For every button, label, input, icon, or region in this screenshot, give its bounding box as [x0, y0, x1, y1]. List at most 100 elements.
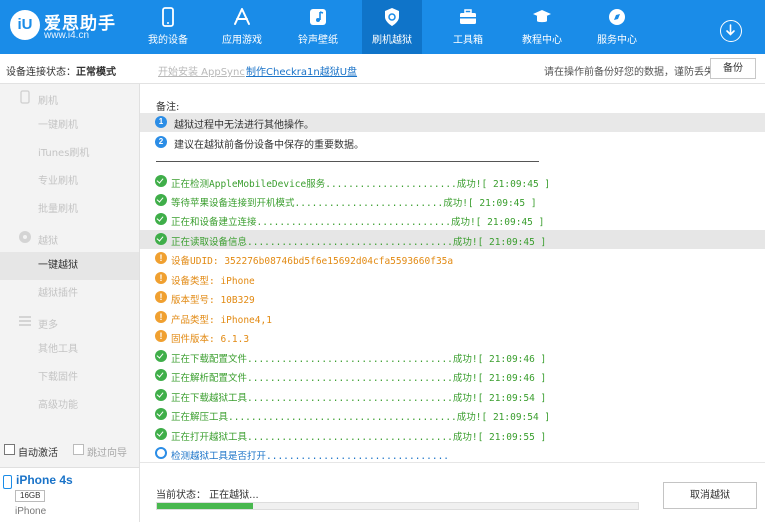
auto-activate-label: 自动激活: [18, 448, 58, 459]
log-row: 正在打开越狱工具................................…: [140, 425, 765, 444]
warning-icon: [155, 272, 167, 284]
auto-activate-checkbox[interactable]: [4, 444, 15, 455]
flash-icon: [20, 90, 30, 104]
status-footer: 当前状态： 正在越狱... 取消越狱: [140, 462, 765, 522]
log-text: 产品类型: iPhone4,1: [171, 315, 272, 326]
log-text: 设备类型: iPhone: [171, 276, 255, 287]
nav-label: 铃声壁纸: [298, 35, 338, 46]
phone-icon: [3, 475, 12, 489]
success-check-icon: [155, 233, 167, 245]
nav-label: 工具箱: [453, 35, 483, 46]
success-check-icon: [155, 194, 167, 206]
note-text: 建议在越狱前备份设备中保存的重要数据。: [174, 140, 364, 151]
log-row: 正在下载越狱工具................................…: [140, 386, 765, 405]
sidebar-group-more[interactable]: 更多: [0, 308, 140, 336]
brand-logo[interactable]: iU 爱思助手 www.i4.cn: [10, 8, 140, 48]
backup-button[interactable]: 备份: [710, 58, 756, 79]
device-type: iPhone: [15, 506, 47, 517]
connection-status-label: 设备连接状态：: [6, 67, 76, 78]
sidebar-item-advanced[interactable]: 高级功能: [0, 392, 139, 420]
sidebar-item-one-click-flash[interactable]: 一键刷机: [0, 112, 139, 140]
sidebar-options: 自动激活 跳过向导: [0, 439, 139, 461]
music-icon: [310, 9, 326, 25]
number-2-icon: 2: [155, 136, 167, 148]
log-row: 检测越狱工具是否打开..............................…: [140, 444, 765, 463]
more-icon: [19, 316, 31, 326]
success-check-icon: [155, 389, 167, 401]
log-row: 正在解析配置文件................................…: [140, 366, 765, 385]
success-check-icon: [155, 369, 167, 381]
log-row: 版本型号: 10B329: [140, 288, 765, 307]
app-store-icon: [234, 8, 250, 25]
success-check-icon: [155, 408, 167, 420]
sidebar-group-jailbreak[interactable]: 越狱: [0, 224, 140, 252]
log-text: 设备UDID: 352276b08746bd5f6e15692d04cfa559…: [171, 256, 454, 267]
progress-fill: [157, 503, 254, 509]
sidebar-group-flash[interactable]: 刷机: [0, 84, 140, 112]
sidebar-group-label: 更多: [38, 320, 58, 331]
nav-apps-games[interactable]: 应用游戏: [212, 0, 272, 54]
skip-guide-label: 跳过向导: [87, 448, 127, 459]
tutorial-icon: [533, 10, 551, 23]
nav-label: 服务中心: [597, 35, 637, 46]
notes-title: 备注:: [156, 102, 180, 113]
divider: [156, 161, 539, 162]
success-check-icon: [155, 213, 167, 225]
download-button[interactable]: [720, 20, 742, 42]
skip-guide-checkbox[interactable]: [73, 444, 84, 455]
in-progress-icon: [155, 447, 167, 459]
sidebar-item-one-click-jailbreak[interactable]: 一键越狱: [0, 252, 139, 280]
log-text: 正在下载越狱工具................................…: [171, 393, 547, 404]
device-card[interactable]: iPhone 4s 16GB iPhone: [0, 467, 139, 522]
log-row: 正在检测AppleMobileDevice服务.................…: [140, 172, 765, 191]
nav-label: 刷机越狱: [372, 35, 412, 46]
number-1-icon: 1: [155, 116, 167, 128]
checkra1n-usb-link[interactable]: 制作Checkra1n越狱U盘: [246, 63, 357, 78]
sidebar-item-batch-flash[interactable]: 批量刷机: [0, 196, 139, 224]
note-item: 1 越狱过程中无法进行其他操作。: [140, 113, 765, 132]
sidebar-item-other-tools[interactable]: 其他工具: [0, 336, 139, 364]
install-appsync-link[interactable]: 开始安装 AppSync: [158, 63, 245, 78]
sidebar-group-label: 刷机: [38, 96, 58, 107]
jailbreak-icon: [19, 231, 31, 243]
toolbox-icon: [460, 9, 476, 24]
log-text: 正在解压工具..................................…: [171, 412, 551, 423]
nav-tutorial-center[interactable]: 教程中心: [512, 0, 572, 54]
service-icon: [609, 9, 625, 25]
warning-icon: [155, 330, 167, 342]
nav-label: 教程中心: [522, 35, 562, 46]
log-row: 设备类型: iPhone: [140, 269, 765, 288]
log-text: 版本型号: 10B329: [171, 295, 255, 306]
log-row: 等待苹果设备连接到开机模式..........................成…: [140, 191, 765, 210]
warning-icon: [155, 311, 167, 323]
nav-toolbox[interactable]: 工具箱: [438, 0, 498, 54]
warning-icon: [155, 252, 167, 264]
log-text: 等待苹果设备连接到开机模式..........................成…: [171, 198, 537, 209]
current-status: 当前状态： 正在越狱...: [156, 490, 259, 501]
device-capacity-badge: 16GB: [15, 490, 46, 502]
phone-icon: [162, 7, 174, 27]
nav-service-center[interactable]: 服务中心: [587, 0, 647, 54]
logo-mark: iU: [10, 10, 40, 40]
sidebar-item-jailbreak-plugins[interactable]: 越狱插件: [0, 280, 139, 308]
cancel-jailbreak-button[interactable]: 取消越狱: [663, 482, 757, 509]
nav-flash-jailbreak[interactable]: 刷机越狱: [362, 0, 422, 54]
log-text: 检测越狱工具是否打开..............................…: [171, 451, 450, 462]
note-item: 2 建议在越狱前备份设备中保存的重要数据。: [140, 133, 765, 152]
sidebar-group-label: 越狱: [38, 236, 58, 247]
sidebar: 刷机 一键刷机 iTunes刷机 专业刷机 批量刷机 越狱 一键越狱 越狱插件 …: [0, 84, 140, 522]
sub-header: 设备连接状态：正常模式 开始安装 AppSync 制作Checkra1n越狱U盘…: [0, 54, 765, 84]
nav-label: 应用游戏: [222, 35, 262, 46]
nav-ringtones-wallpapers[interactable]: 铃声壁纸: [288, 0, 348, 54]
sidebar-item-pro-flash[interactable]: 专业刷机: [0, 168, 139, 196]
success-check-icon: [155, 350, 167, 362]
log-row: 固件版本: 6.1.3: [140, 327, 765, 346]
flash-jailbreak-icon: [385, 8, 399, 26]
brand-url: www.i4.cn: [44, 30, 90, 41]
connection-status-value: 正常模式: [76, 67, 116, 78]
success-check-icon: [155, 428, 167, 440]
sidebar-item-download-firmware[interactable]: 下载固件: [0, 364, 139, 392]
sidebar-item-itunes-flash[interactable]: iTunes刷机: [0, 140, 139, 168]
success-check-icon: [155, 175, 167, 187]
nav-my-device[interactable]: 我的设备: [138, 0, 198, 54]
